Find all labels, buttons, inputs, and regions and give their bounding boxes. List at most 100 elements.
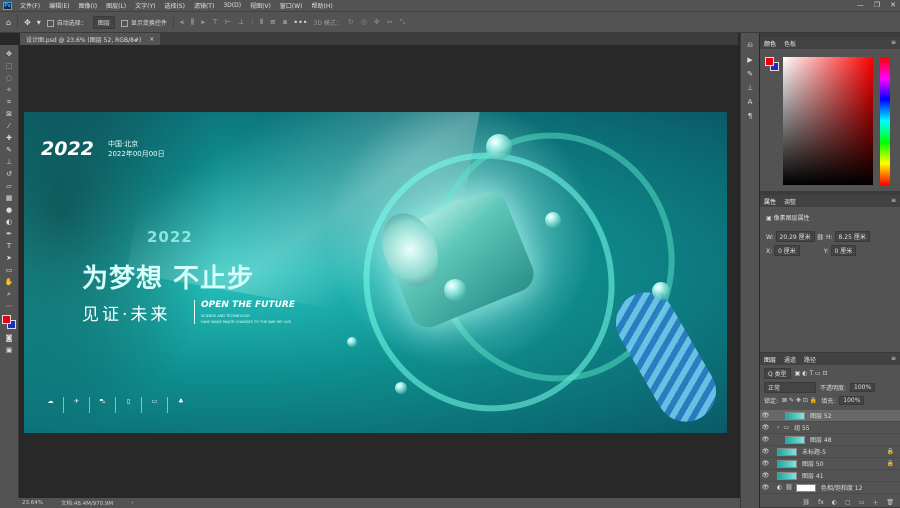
lasso-tool-icon[interactable]: ◌ xyxy=(2,72,16,84)
history-icon[interactable]: ⎌ xyxy=(747,41,753,50)
home-icon[interactable]: ⌂ xyxy=(6,18,11,27)
menu-file[interactable]: 文件(F) xyxy=(20,1,40,10)
crop-tool-icon[interactable]: ⌗ xyxy=(2,96,16,108)
3d-rotate-icon[interactable]: ↻ xyxy=(348,18,354,27)
brush-settings-icon[interactable]: ✎ xyxy=(747,70,753,78)
layer-row[interactable]: 👁 图层 41 xyxy=(760,470,900,482)
history-brush-tool-icon[interactable]: ↺ xyxy=(2,168,16,180)
show-transform-checkbox[interactable]: 显示变换控件 xyxy=(120,18,167,27)
y-field[interactable]: 0 厘米 xyxy=(830,245,857,256)
zoom-tool-icon[interactable]: ⌕ xyxy=(2,288,16,300)
align-bottom-icon[interactable]: ⊥ xyxy=(238,18,244,27)
align-right-icon[interactable]: ⫸ xyxy=(201,18,205,27)
dodge-tool-icon[interactable]: ◐ xyxy=(2,216,16,228)
eye-icon[interactable]: 👁 xyxy=(760,436,771,443)
hue-slider[interactable] xyxy=(880,57,890,185)
width-field[interactable]: 20.29 厘米 xyxy=(775,231,815,242)
menu-help[interactable]: 帮助(H) xyxy=(312,1,333,10)
new-group-icon[interactable]: ▭ xyxy=(859,499,865,506)
menu-window[interactable]: 窗口(W) xyxy=(280,1,303,10)
lock-icons[interactable]: ⊠ ✎ ✥ ⊡ 🔒 xyxy=(782,397,817,404)
x-field[interactable]: 0 厘米 xyxy=(774,245,800,256)
eye-icon[interactable]: 👁 xyxy=(760,484,771,491)
add-mask-icon[interactable]: ◐ xyxy=(832,499,837,506)
menu-layer[interactable]: 图层(L) xyxy=(106,1,126,10)
menu-image[interactable]: 图像(I) xyxy=(79,1,97,10)
panel-menu-icon[interactable]: ≡ xyxy=(891,39,896,46)
new-fill-layer-icon[interactable]: ▢ xyxy=(845,499,851,506)
align-vcenter-icon[interactable]: ⊢ xyxy=(225,18,231,27)
layer-row[interactable]: 👁 ◐ ⛓ 色相/饱和度 12 xyxy=(760,482,900,494)
tab-color[interactable]: 颜色 xyxy=(764,39,776,48)
color-swatches[interactable] xyxy=(2,315,16,329)
document-tab[interactable]: 设计图.psd @ 23.6% (图层 52, RGB/8#) × xyxy=(20,33,161,45)
minimize-icon[interactable]: — xyxy=(857,0,864,11)
3d-scale-icon[interactable]: ⤡ xyxy=(400,18,406,27)
eye-icon[interactable]: 👁 xyxy=(760,460,771,467)
filter-icons[interactable]: ▣ ◐ T ▭ ⊡ xyxy=(795,370,828,377)
stamp-tool-icon[interactable]: ⊥ xyxy=(2,156,16,168)
eye-icon[interactable]: 👁 xyxy=(760,448,771,455)
character-icon[interactable]: A xyxy=(748,98,753,106)
tab-paths[interactable]: 路径 xyxy=(804,355,816,364)
menu-view[interactable]: 视图(V) xyxy=(250,1,271,10)
fx-icon[interactable]: fx xyxy=(818,499,824,506)
foreground-color-swatch[interactable] xyxy=(2,315,11,324)
brush-tool-icon[interactable]: ✎ xyxy=(2,144,16,156)
link-layers-icon[interactable]: ⛓ xyxy=(802,499,810,506)
pen-tool-icon[interactable]: ✒ xyxy=(2,228,16,240)
magic-wand-tool-icon[interactable]: ✧ xyxy=(2,84,16,96)
blend-mode-dropdown[interactable]: 正常 xyxy=(764,382,816,393)
artboard-image[interactable]: 2022 中国·北京 2022年00月00日 2022 为梦想 不止步 见证·未… xyxy=(24,112,727,433)
layer-row[interactable]: 👁 未标题-5 🔒 xyxy=(760,446,900,458)
move-tool-icon[interactable]: ✥ xyxy=(2,48,16,60)
close-icon[interactable]: ✕ xyxy=(890,0,896,11)
play-actions-icon[interactable]: ▶ xyxy=(747,56,752,64)
distribute-h-icon[interactable]: ⫴ xyxy=(260,18,263,27)
frame-tool-icon[interactable]: ⊠ xyxy=(2,108,16,120)
eye-icon[interactable]: 👁 xyxy=(760,472,771,479)
distribute-v-icon[interactable]: ≡ xyxy=(270,18,276,27)
link-icon[interactable]: ⛓ xyxy=(817,234,827,241)
quick-mask-icon[interactable]: ◙ xyxy=(2,332,16,344)
shape-tool-icon[interactable]: ▭ xyxy=(2,264,16,276)
delete-layer-icon[interactable]: 🗑 xyxy=(886,499,894,506)
align-top-icon[interactable]: ⊤ xyxy=(212,18,218,27)
foreground-color-chip[interactable] xyxy=(765,57,774,66)
3d-slide-icon[interactable]: ⇔ xyxy=(387,18,393,27)
tab-swatches[interactable]: 色板 xyxy=(784,39,796,48)
3d-pan-icon[interactable]: ✥ xyxy=(374,18,380,27)
eye-icon[interactable]: 👁 xyxy=(760,412,771,419)
canvas-area[interactable]: 2022 中国·北京 2022年00月00日 2022 为梦想 不止步 见证·未… xyxy=(20,45,738,498)
distribute-icon[interactable]: ⫶ xyxy=(251,18,253,27)
panel-menu-icon[interactable]: ≡ xyxy=(891,355,896,362)
fill-field[interactable]: 100% xyxy=(839,396,865,405)
menu-3d[interactable]: 3D(D) xyxy=(223,2,241,9)
menu-edit[interactable]: 编辑(E) xyxy=(49,1,69,10)
align-left-icon[interactable]: ⫷ xyxy=(180,18,184,27)
eyedropper-tool-icon[interactable]: ⁄ xyxy=(2,120,16,132)
panel-menu-icon[interactable]: ≡ xyxy=(891,197,896,204)
zoom-level[interactable]: 23.64% xyxy=(22,500,43,506)
healing-brush-tool-icon[interactable]: ✚ xyxy=(2,132,16,144)
auto-select-target-dropdown[interactable]: 图层 xyxy=(92,15,115,29)
layer-filter-dropdown[interactable]: Q 类型 xyxy=(764,368,791,379)
marquee-tool-icon[interactable]: ⬚ xyxy=(2,60,16,72)
type-tool-icon[interactable]: T xyxy=(2,240,16,252)
tab-adjustments[interactable]: 调整 xyxy=(784,197,796,206)
paragraph-icon[interactable]: ¶ xyxy=(748,112,752,120)
eraser-tool-icon[interactable]: ▱ xyxy=(2,180,16,192)
menu-select[interactable]: 选择(S) xyxy=(164,1,185,10)
screen-mode-icon[interactable]: ▣ xyxy=(2,344,16,356)
color-picker-field[interactable] xyxy=(783,57,873,185)
status-menu-icon[interactable]: › xyxy=(131,500,133,506)
restore-icon[interactable]: ❐ xyxy=(874,0,880,11)
height-field[interactable]: 8.25 厘米 xyxy=(834,231,870,242)
path-selection-tool-icon[interactable]: ➤ xyxy=(2,252,16,264)
close-tab-icon[interactable]: × xyxy=(149,36,154,43)
auto-select-checkbox[interactable]: 自动选择： xyxy=(46,18,87,27)
menu-type[interactable]: 文字(Y) xyxy=(135,1,155,10)
gradient-tool-icon[interactable]: ▦ xyxy=(2,192,16,204)
opacity-field[interactable]: 100% xyxy=(850,383,876,392)
tab-layers[interactable]: 图层 xyxy=(764,355,776,364)
